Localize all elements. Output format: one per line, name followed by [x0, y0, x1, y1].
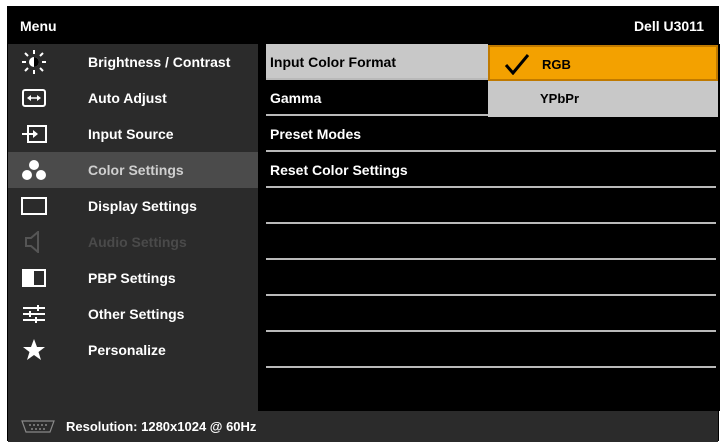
menu-row-input-color-format[interactable]: Input Color Format	[266, 44, 488, 80]
sidebar-item-label: PBP Settings	[88, 270, 176, 286]
sidebar-item-label: Input Source	[88, 126, 174, 142]
display-settings-icon	[20, 194, 48, 218]
pbp-icon	[20, 266, 48, 290]
brightness-icon	[20, 50, 48, 74]
option-label: RGB	[542, 57, 571, 72]
sidebar-item-label: Brightness / Contrast	[88, 54, 231, 70]
menu-row-empty	[266, 260, 716, 296]
option-ypbpr[interactable]: YPbPr	[488, 81, 718, 117]
sidebar-item-label: Audio Settings	[88, 234, 187, 250]
sidebar-item-label: Personalize	[88, 342, 166, 358]
osd-header: Menu Dell U3011	[8, 7, 718, 44]
monitor-osd: Menu Dell U3011 Brightness / Contrast Au…	[7, 6, 720, 442]
status-bar: Resolution: 1280x1024 @ 60Hz	[8, 411, 718, 442]
row-label: Input Color Format	[270, 54, 396, 70]
option-rgb[interactable]: RGB	[488, 45, 718, 81]
menu-row-preset-modes[interactable]: Preset Modes	[266, 116, 716, 152]
menu-row-gamma[interactable]: Gamma	[266, 80, 488, 116]
resolution-text: Resolution: 1280x1024 @ 60Hz	[66, 419, 257, 434]
input-source-icon	[20, 122, 48, 146]
submenu-panel: Input Color Format Gamma Preset Modes Re…	[258, 44, 720, 411]
main-menu-sidebar: Brightness / Contrast Auto Adjust Input …	[8, 44, 258, 411]
model-name: Dell U3011	[633, 18, 704, 34]
star-icon	[20, 338, 48, 362]
sidebar-item-pbp-settings[interactable]: PBP Settings	[8, 260, 258, 296]
checkmark-icon	[504, 53, 530, 80]
sidebar-item-input-source[interactable]: Input Source	[8, 116, 258, 152]
sidebar-item-display-settings[interactable]: Display Settings	[8, 188, 258, 224]
row-label: Reset Color Settings	[270, 162, 408, 178]
sidebar-item-label: Color Settings	[88, 162, 184, 178]
row-label: Gamma	[270, 90, 322, 106]
menu-title: Menu	[20, 18, 57, 34]
sidebar-item-color-settings[interactable]: Color Settings	[8, 152, 258, 188]
option-label: YPbPr	[540, 91, 580, 106]
sidebar-item-brightness-contrast[interactable]: Brightness / Contrast	[8, 44, 258, 80]
menu-row-reset-color-settings[interactable]: Reset Color Settings	[266, 152, 716, 188]
speaker-icon	[20, 230, 48, 254]
menu-row-empty	[266, 332, 716, 368]
sidebar-item-label: Other Settings	[88, 306, 185, 322]
sliders-icon	[20, 302, 48, 326]
menu-row-empty	[266, 224, 716, 260]
sidebar-item-label: Display Settings	[88, 198, 197, 214]
vga-icon	[20, 420, 56, 433]
sidebar-item-other-settings[interactable]: Other Settings	[8, 296, 258, 332]
menu-row-empty	[266, 296, 716, 332]
sidebar-item-audio-settings: Audio Settings	[8, 224, 258, 260]
auto-adjust-icon	[20, 86, 48, 110]
sidebar-item-auto-adjust[interactable]: Auto Adjust	[8, 80, 258, 116]
color-settings-icon	[20, 158, 48, 182]
sidebar-item-label: Auto Adjust	[88, 90, 167, 106]
menu-row-empty	[266, 188, 716, 224]
row-label: Preset Modes	[270, 126, 362, 142]
sidebar-item-personalize[interactable]: Personalize	[8, 332, 258, 368]
